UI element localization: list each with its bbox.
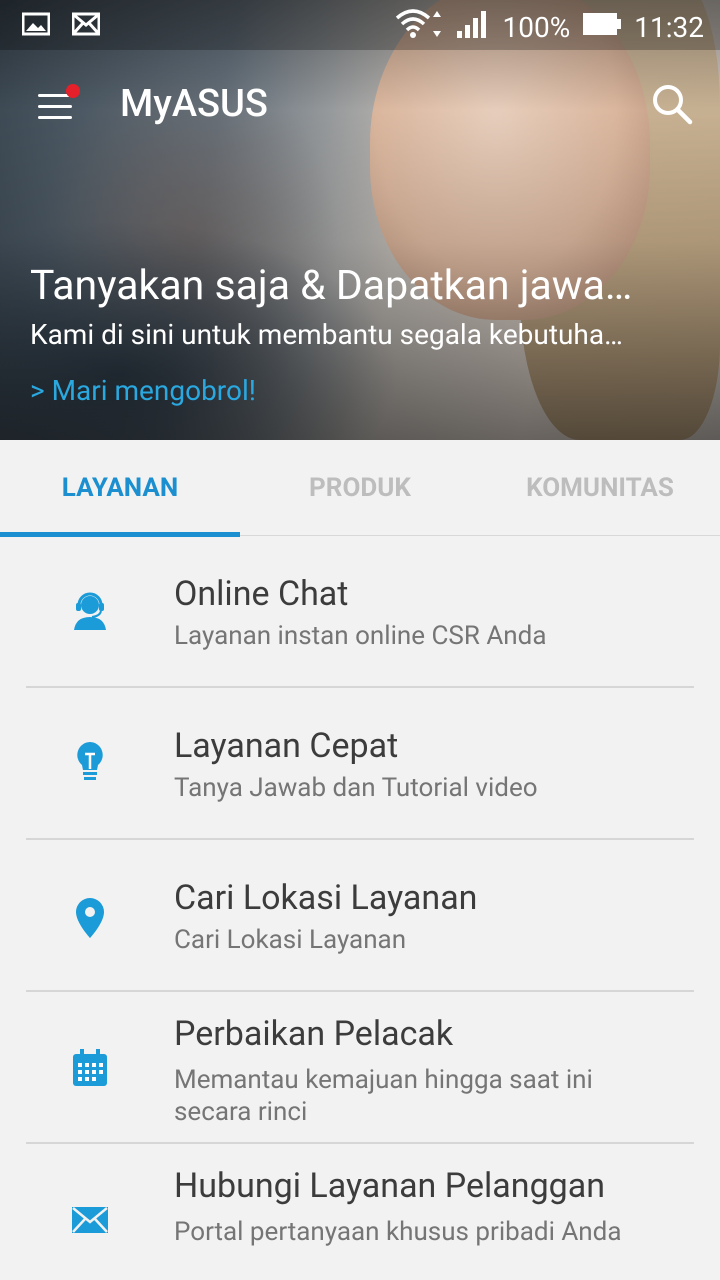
hero-banner[interactable]: 100% 11:32 MyASUS Tanyakan saja & Dapatk…: [0, 0, 720, 440]
tab-layanan[interactable]: LAYANAN: [0, 440, 240, 537]
service-title: Perbaikan Pelacak: [174, 1014, 454, 1054]
service-description: Tanya Jawab dan Tutorial video: [174, 773, 538, 803]
hamburger-menu-icon[interactable]: [36, 84, 80, 126]
battery-icon: [582, 11, 622, 44]
chat-now-link[interactable]: > Mari mengobrol!: [30, 374, 256, 407]
location-pin-icon: [70, 896, 110, 938]
service-item-layanan-cepat[interactable]: Layanan Cepat Tanya Jawab dan Tutorial v…: [0, 688, 720, 840]
app-title: MyASUS: [120, 82, 268, 126]
mail-icon: [71, 12, 101, 36]
service-item-online-chat[interactable]: Online Chat Layanan instan online CSR An…: [0, 536, 720, 688]
lightbulb-icon: [70, 740, 110, 780]
tab-bar: LAYANAN PRODUK KOMUNITAS: [0, 440, 720, 537]
service-title: Hubungi Layanan Pelanggan: [174, 1166, 606, 1206]
headset-agent-icon: [70, 590, 110, 630]
tab-komunitas[interactable]: KOMUNITAS: [480, 440, 720, 536]
service-description: Portal pertanyaan khusus pribadi Anda: [174, 1217, 622, 1247]
clock: 11:32: [634, 11, 704, 44]
service-item-cari-lokasi[interactable]: Cari Lokasi Layanan Cari Lokasi Layanan: [0, 840, 720, 992]
app-root: 100% 11:32 MyASUS Tanyakan saja & Dapatk…: [0, 0, 720, 1280]
battery-percentage: 100%: [502, 11, 571, 44]
hero-title: Tanyakan saja & Dapatkan jawa…: [30, 262, 633, 310]
hero-subtitle: Kami di sini untuk membantu segala kebut…: [30, 318, 623, 351]
wifi-icon: [395, 8, 443, 47]
service-description: Cari Lokasi Layanan: [174, 925, 407, 955]
app-toolbar: MyASUS: [0, 60, 720, 150]
calendar-icon: [70, 1048, 110, 1088]
notification-dot: [66, 84, 80, 98]
status-bar: 100% 11:32: [0, 0, 720, 50]
status-bar-notifications: [21, 12, 101, 36]
service-title: Cari Lokasi Layanan: [174, 878, 478, 918]
tab-produk[interactable]: PRODUK: [240, 440, 480, 536]
service-item-hubungi-layanan[interactable]: Hubungi Layanan Pelanggan Portal pertany…: [0, 1144, 720, 1280]
search-icon[interactable]: [650, 82, 694, 126]
service-item-perbaikan-pelacak[interactable]: Perbaikan Pelacak Memantau kemajuan hing…: [0, 992, 720, 1144]
envelope-icon: [70, 1204, 110, 1244]
service-description: Layanan instan online CSR Anda: [174, 621, 547, 651]
service-description: Memantau kemajuan hingga saat ini secara…: [174, 1065, 593, 1127]
service-title: Layanan Cepat: [174, 726, 399, 766]
status-bar-system: 100% 11:32: [395, 8, 704, 47]
signal-icon: [455, 9, 491, 46]
service-title: Online Chat: [174, 574, 349, 614]
service-list: Online Chat Layanan instan online CSR An…: [0, 536, 720, 1280]
image-icon: [21, 12, 51, 36]
